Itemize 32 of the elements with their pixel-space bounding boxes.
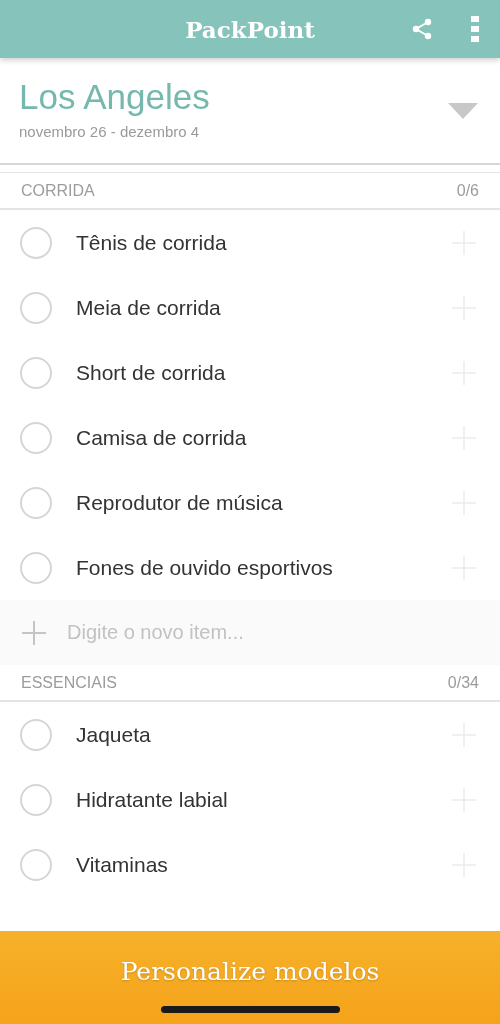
- customize-templates-button[interactable]: Personalize modelos: [0, 931, 500, 1024]
- section-title: CORRIDA: [21, 181, 95, 200]
- item-checkbox[interactable]: [20, 356, 52, 389]
- item-label: Short de corrida: [76, 360, 227, 385]
- item-label: Reprodutor de música: [76, 490, 284, 515]
- item-checkbox[interactable]: [20, 226, 52, 259]
- add-icon[interactable]: [22, 620, 46, 645]
- item-checkbox[interactable]: [20, 551, 52, 584]
- share-icon[interactable]: [410, 17, 434, 41]
- item-label: Camisa de corrida: [76, 425, 248, 450]
- item-label: Fones de ouvido esportivos: [76, 555, 334, 580]
- item-checkbox[interactable]: [20, 291, 52, 324]
- trip-city: Los Angeles: [19, 77, 210, 117]
- new-item-field[interactable]: Digite o novo item...: [67, 621, 427, 644]
- section-count: 0/34: [447, 673, 479, 692]
- item-label: Jaqueta: [76, 722, 152, 747]
- trip-dates: novembro 26 - dezembro 4: [19, 123, 201, 140]
- item-checkbox[interactable]: [20, 783, 52, 816]
- item-label: Hidratante labial: [76, 787, 229, 812]
- item-label: Meia de corrida: [76, 295, 222, 320]
- item-checkbox[interactable]: [20, 718, 52, 751]
- section-count: 0/6: [456, 181, 479, 200]
- item-checkbox[interactable]: [20, 486, 52, 519]
- item-label: Tênis de corrida: [76, 230, 228, 255]
- more-menu-icon[interactable]: [470, 16, 480, 42]
- item-checkbox[interactable]: [20, 421, 52, 454]
- item-label: Vitaminas: [76, 852, 169, 877]
- dropdown-caret-icon[interactable]: [448, 102, 478, 119]
- section-title: ESSENCIAIS: [21, 673, 118, 692]
- item-checkbox[interactable]: [20, 848, 52, 881]
- app-title: PackPoint: [185, 15, 315, 43]
- new-item-row[interactable]: Digite o novo item...: [0, 600, 500, 665]
